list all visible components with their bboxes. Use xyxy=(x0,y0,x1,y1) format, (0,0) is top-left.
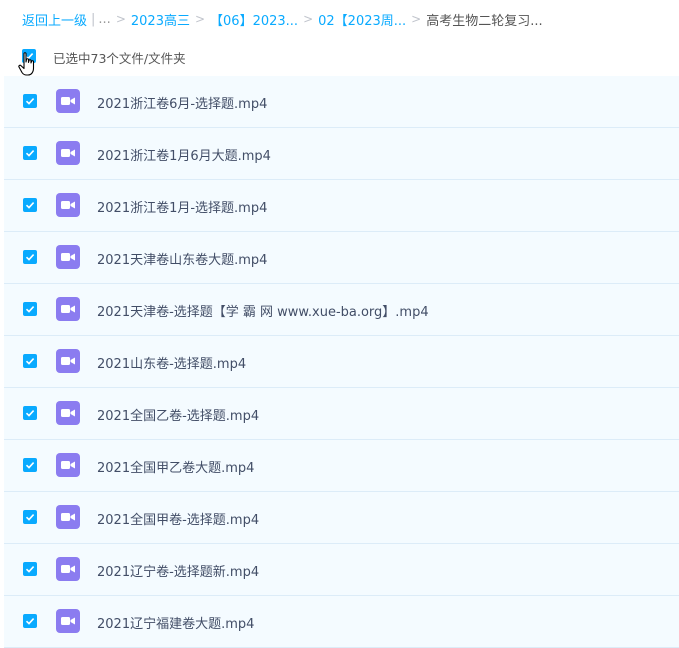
file-row[interactable]: 2021浙江卷1月6月大题.mp4 xyxy=(4,128,679,180)
breadcrumb-separator: > xyxy=(115,12,126,26)
breadcrumb-divider: | xyxy=(91,11,96,27)
breadcrumb-ellipsis[interactable]: ... xyxy=(98,12,110,27)
check-icon xyxy=(25,254,35,261)
video-file-icon xyxy=(56,557,80,581)
breadcrumb-item-2023[interactable]: 2023高三 xyxy=(131,10,190,29)
file-checkbox[interactable] xyxy=(23,302,37,316)
file-checkbox[interactable] xyxy=(23,250,37,264)
breadcrumb-current: 高考生物二轮复习... xyxy=(426,13,543,29)
check-icon xyxy=(25,358,35,365)
breadcrumb-item-02[interactable]: 02【2023周... xyxy=(318,10,406,29)
breadcrumb-item-06[interactable]: 【06】2023... xyxy=(210,10,298,29)
file-row[interactable]: 2021辽宁福建卷大题.mp4 xyxy=(4,596,679,648)
breadcrumb-separator: > xyxy=(411,12,422,26)
file-row[interactable]: 2021天津卷山东卷大题.mp4 xyxy=(4,232,679,284)
video-file-icon xyxy=(56,349,80,373)
video-file-icon xyxy=(56,401,80,425)
breadcrumb: 返回上一级 | ... > 2023高三 > 【06】2023... > 02【… xyxy=(22,10,543,29)
file-name[interactable]: 2021天津卷山东卷大题.mp4 xyxy=(97,249,267,268)
file-row[interactable]: 2021浙江卷6月-选择题.mp4 xyxy=(4,76,679,128)
file-name[interactable]: 2021山东卷-选择题.mp4 xyxy=(97,353,246,372)
check-icon xyxy=(25,98,35,105)
file-name[interactable]: 2021浙江卷1月6月大题.mp4 xyxy=(97,145,271,164)
file-checkbox[interactable] xyxy=(23,458,37,472)
video-file-icon xyxy=(56,297,80,321)
selection-summary: 已选中73个文件/文件夹 xyxy=(53,51,186,66)
video-file-icon xyxy=(56,609,80,633)
check-icon xyxy=(25,150,35,157)
check-icon xyxy=(25,202,35,209)
file-name[interactable]: 2021辽宁卷-选择题新.mp4 xyxy=(97,561,259,580)
file-checkbox[interactable] xyxy=(23,510,37,524)
video-file-icon xyxy=(56,453,80,477)
file-checkbox[interactable] xyxy=(23,146,37,160)
file-name[interactable]: 2021天津卷-选择题【学 霸 网 www.xue-ba.org】.mp4 xyxy=(97,301,429,320)
file-row[interactable]: 2021全国甲卷-选择题.mp4 xyxy=(4,492,679,544)
hand-pointer-icon xyxy=(18,52,35,76)
video-file-icon xyxy=(56,245,80,269)
breadcrumb-separator: > xyxy=(303,12,314,26)
back-link[interactable]: 返回上一级 xyxy=(22,10,87,29)
file-list: 2021浙江卷6月-选择题.mp4 2021浙江卷1月6月大题.mp4 2021… xyxy=(4,76,679,648)
video-file-icon xyxy=(56,193,80,217)
file-name[interactable]: 2021辽宁福建卷大题.mp4 xyxy=(97,613,254,632)
file-checkbox[interactable] xyxy=(23,614,37,628)
file-row[interactable]: 2021辽宁卷-选择题新.mp4 xyxy=(4,544,679,596)
file-row[interactable]: 2021山东卷-选择题.mp4 xyxy=(4,336,679,388)
check-icon xyxy=(25,618,35,625)
check-icon xyxy=(25,462,35,469)
selection-bar: 已选中73个文件/文件夹 xyxy=(0,40,679,72)
file-row[interactable]: 2021全国乙卷-选择题.mp4 xyxy=(4,388,679,440)
video-file-icon xyxy=(56,141,80,165)
video-file-icon xyxy=(56,89,80,113)
check-icon xyxy=(25,306,35,313)
file-checkbox[interactable] xyxy=(23,94,37,108)
file-name[interactable]: 2021全国乙卷-选择题.mp4 xyxy=(97,405,259,424)
file-checkbox[interactable] xyxy=(23,562,37,576)
check-icon xyxy=(25,410,35,417)
file-row[interactable]: 2021全国甲乙卷大题.mp4 xyxy=(4,440,679,492)
file-name[interactable]: 2021全国甲卷-选择题.mp4 xyxy=(97,509,259,528)
file-checkbox[interactable] xyxy=(23,406,37,420)
file-name[interactable]: 2021浙江卷1月-选择题.mp4 xyxy=(97,197,267,216)
file-name[interactable]: 2021全国甲乙卷大题.mp4 xyxy=(97,457,254,476)
file-checkbox[interactable] xyxy=(23,198,37,212)
video-file-icon xyxy=(56,505,80,529)
file-row[interactable]: 2021天津卷-选择题【学 霸 网 www.xue-ba.org】.mp4 xyxy=(4,284,679,336)
file-checkbox[interactable] xyxy=(23,354,37,368)
file-name[interactable]: 2021浙江卷6月-选择题.mp4 xyxy=(97,93,267,112)
check-icon xyxy=(25,566,35,573)
check-icon xyxy=(25,514,35,521)
file-row[interactable]: 2021浙江卷1月-选择题.mp4 xyxy=(4,180,679,232)
breadcrumb-separator: > xyxy=(194,12,206,26)
